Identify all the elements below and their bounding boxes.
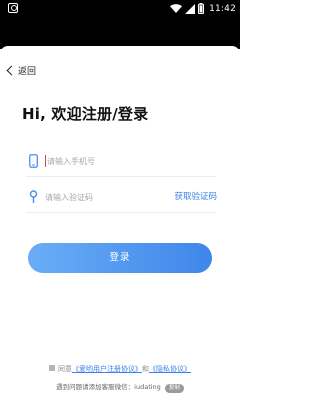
- phone-input[interactable]: [47, 152, 157, 170]
- agreement-line: 同意《爱哟用户注册协议》和《隐私协议》: [0, 364, 240, 374]
- status-bar: 11:42: [0, 0, 240, 17]
- support-line: 遇到问题请添加客服微信：iudating 复制: [0, 381, 240, 393]
- code-input[interactable]: [45, 188, 155, 206]
- get-code-button[interactable]: 获取验证码: [174, 190, 217, 202]
- back-button[interactable]: 返回: [6, 63, 37, 77]
- status-icons: 11:42: [170, 1, 236, 16]
- agreement-prefix: 同意: [58, 365, 72, 373]
- phone-icon: [29, 154, 38, 168]
- status-spacer: [0, 17, 240, 49]
- back-label: 返回: [18, 66, 37, 77]
- login-sheet: [0, 46, 240, 400]
- user-agreement-link[interactable]: 《爱哟用户注册协议》: [72, 365, 142, 373]
- agreement-checkbox[interactable]: [49, 365, 55, 371]
- phone-field: [26, 147, 216, 177]
- text-cursor: [45, 155, 46, 167]
- login-button[interactable]: 登录: [28, 243, 212, 273]
- app-notification-icon: [8, 3, 18, 13]
- status-time: 11:42: [209, 3, 236, 14]
- copy-button[interactable]: 复制: [164, 384, 184, 393]
- battery-icon: [198, 3, 205, 14]
- privacy-agreement-link[interactable]: 《隐私协议》: [149, 365, 191, 373]
- support-text: 遇到问题请添加客服微信：iudating: [56, 383, 161, 391]
- signal-icon: [185, 3, 196, 14]
- page-title: Hi, 欢迎注册/登录: [22, 105, 149, 123]
- agreement-and: 和: [142, 365, 149, 373]
- code-field: 获取验证码: [26, 183, 217, 213]
- location-pin-icon: [29, 190, 38, 203]
- wifi-icon: [170, 4, 183, 13]
- chevron-left-icon: [6, 65, 17, 75]
